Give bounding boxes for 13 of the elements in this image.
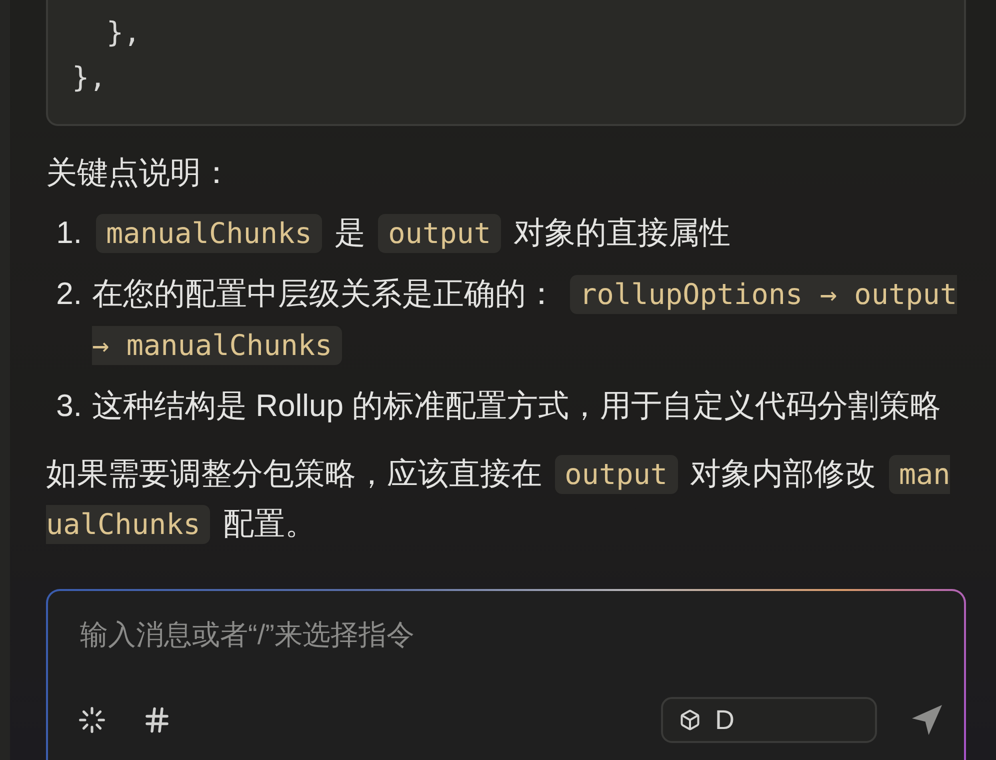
burst-icon[interactable] [78,706,106,734]
cube-icon [679,709,701,731]
list-number: 3. [55,387,83,425]
code-line: }, [105,15,141,51]
code-line: }, [72,60,106,96]
list-number: 2. [55,275,83,313]
list-item-text: manualChunks 是 output 对象的直接属性 [92,208,962,259]
message-input[interactable]: 输入消息或者“/”来选择指令 [78,617,942,653]
model-button[interactable]: D [661,697,877,743]
list-number: 1. [55,214,83,252]
list-item-text: 这种结构是 Rollup 的标准配置方式，用于自定义代码分割策略 [92,387,942,425]
section-heading: 关键点说明： [46,154,232,192]
send-icon[interactable] [912,705,942,735]
